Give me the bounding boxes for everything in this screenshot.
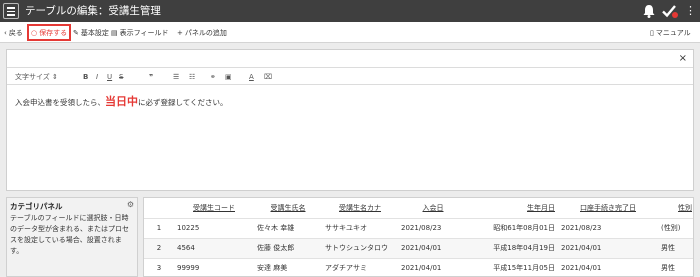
- table-cell: 佐藤 俊太郎: [254, 238, 322, 259]
- kebab-icon[interactable]: ⋮: [685, 3, 696, 19]
- back-button[interactable]: ‹ 戻る: [4, 27, 23, 39]
- editor-content[interactable]: 入会申込書を受領したら、当日中に必ず登録してください。: [15, 96, 228, 109]
- table-cell: 2021/04/01: [558, 258, 658, 276]
- table-cell: (性別): [658, 218, 693, 239]
- table-cell: 佐々木 幸雄: [254, 218, 322, 239]
- table-cell: 男性: [658, 238, 693, 259]
- book-icon: ▯: [650, 29, 654, 37]
- table-header-row: 受講生コード 受講生氏名 受講生名カナ 入会日 生年月日 口座手続き完了日 性別: [144, 198, 693, 219]
- table-cell: 99999: [174, 258, 254, 276]
- table-row[interactable]: 1 10225 佐々木 幸雄 ササキユキオ 2021/08/23 昭和61年08…: [144, 218, 693, 239]
- table-cell: ササキユキオ: [322, 218, 398, 239]
- column-header[interactable]: 口座手続き完了日: [558, 198, 658, 219]
- row-number: 3: [144, 258, 174, 276]
- row-number: 1: [144, 218, 174, 239]
- bold-icon[interactable]: B: [83, 72, 88, 82]
- image-icon[interactable]: ▣: [225, 72, 232, 82]
- save-button[interactable]: ○ 保存する: [31, 27, 67, 39]
- notification-dot: [672, 12, 678, 18]
- table-cell: 平成18年04月19日: [468, 238, 558, 259]
- table-cell: 平成15年11月05日: [468, 258, 558, 276]
- table-cell: 2021/08/23: [398, 218, 468, 239]
- column-header[interactable]: 生年月日: [468, 198, 558, 219]
- table-cell: 2021/08/23: [558, 218, 658, 239]
- italic-icon[interactable]: I: [96, 72, 98, 82]
- basic-settings-button[interactable]: ✎ 基本設定: [73, 27, 109, 39]
- table-cell: 10225: [174, 218, 254, 239]
- category-panel-title: カテゴリパネル: [10, 202, 63, 211]
- quote-icon[interactable]: ❞: [149, 72, 153, 82]
- title-bar: テーブルの編集：受講生管理 ⋮: [0, 0, 700, 22]
- editor-toolbar-row: ‹ 戻る ○ 保存する ✎ 基本設定 ▤ 表示フィールド + パネルの追加 ▯ マニュアル: [0, 22, 700, 43]
- list-icon: ▤: [111, 29, 118, 37]
- close-icon[interactable]: ×: [679, 53, 687, 64]
- records-table: 受講生コード 受講生氏名 受講生名カナ 入会日 生年月日 口座手続き完了日 性別…: [143, 197, 694, 277]
- table-cell: 安達 麻美: [254, 258, 322, 276]
- table-cell: 男性: [658, 258, 693, 276]
- table-cell: アダチアサミ: [322, 258, 398, 276]
- table-row[interactable]: 3 99999 安達 麻美 アダチアサミ 2021/04/01 平成15年11月…: [144, 258, 693, 276]
- circle-icon: ○: [31, 29, 38, 37]
- underline-icon[interactable]: U: [107, 72, 112, 82]
- strikethrough-icon[interactable]: S: [119, 72, 123, 82]
- table-cell: 4564: [174, 238, 254, 259]
- spin-icon: ⇕: [52, 73, 58, 81]
- row-number: 2: [144, 238, 174, 259]
- font-color-icon[interactable]: A: [249, 72, 254, 82]
- row-number-header: [144, 198, 174, 219]
- category-panel: カテゴリパネル ⚙ テーブルのフィールドに選択肢・日時のデータ型が含まれる、また…: [6, 197, 138, 277]
- manual-button[interactable]: ▯ マニュアル: [650, 27, 691, 39]
- ordered-list-icon[interactable]: ☰: [173, 72, 179, 82]
- menu-icon[interactable]: [3, 3, 19, 19]
- add-panel-button[interactable]: + パネルの追加: [177, 27, 227, 39]
- gear-icon[interactable]: ⚙: [127, 200, 134, 209]
- bullet-list-icon[interactable]: ☷: [189, 72, 195, 82]
- link-icon[interactable]: ⚭: [210, 72, 216, 82]
- column-header[interactable]: 受講生氏名: [254, 198, 322, 219]
- column-header[interactable]: 入会日: [398, 198, 468, 219]
- column-header[interactable]: 受講生コード: [174, 198, 254, 219]
- rich-text-editor: × 文字サイズ ⇕ B I U S ❞ ☰ ☷ ⚭ ▣ A ⌧ 入会申込書を受領…: [6, 49, 694, 191]
- font-size-select[interactable]: 文字サイズ ⇕: [15, 72, 58, 82]
- table-cell: サトウシュンタロウ: [322, 238, 398, 259]
- chevron-left-icon: ‹: [4, 29, 7, 37]
- column-header[interactable]: 性別: [658, 198, 693, 219]
- pencil-icon: ✎: [73, 29, 79, 37]
- table-row[interactable]: 2 4564 佐藤 俊太郎 サトウシュンタロウ 2021/04/01 平成18年…: [144, 238, 693, 259]
- display-field-button[interactable]: ▤ 表示フィールド: [111, 27, 169, 39]
- table-cell: 2021/04/01: [558, 238, 658, 259]
- category-panel-description: テーブルのフィールドに選択肢・日時のデータ型が含まれる、またはプロセスを設定して…: [10, 214, 129, 255]
- table-cell: 2021/04/01: [398, 238, 468, 259]
- clear-format-icon[interactable]: ⌧: [264, 72, 272, 82]
- table-cell: 昭和61年08月01日: [468, 218, 558, 239]
- format-toolbar: 文字サイズ ⇕ B I U S ❞ ☰ ☷ ⚭ ▣ A ⌧: [7, 67, 693, 85]
- table-cell: 2021/04/01: [398, 258, 468, 276]
- plus-icon: +: [177, 29, 183, 37]
- bell-icon[interactable]: [642, 3, 656, 19]
- page-title: テーブルの編集：受講生管理: [25, 5, 161, 17]
- column-header[interactable]: 受講生名カナ: [322, 198, 398, 219]
